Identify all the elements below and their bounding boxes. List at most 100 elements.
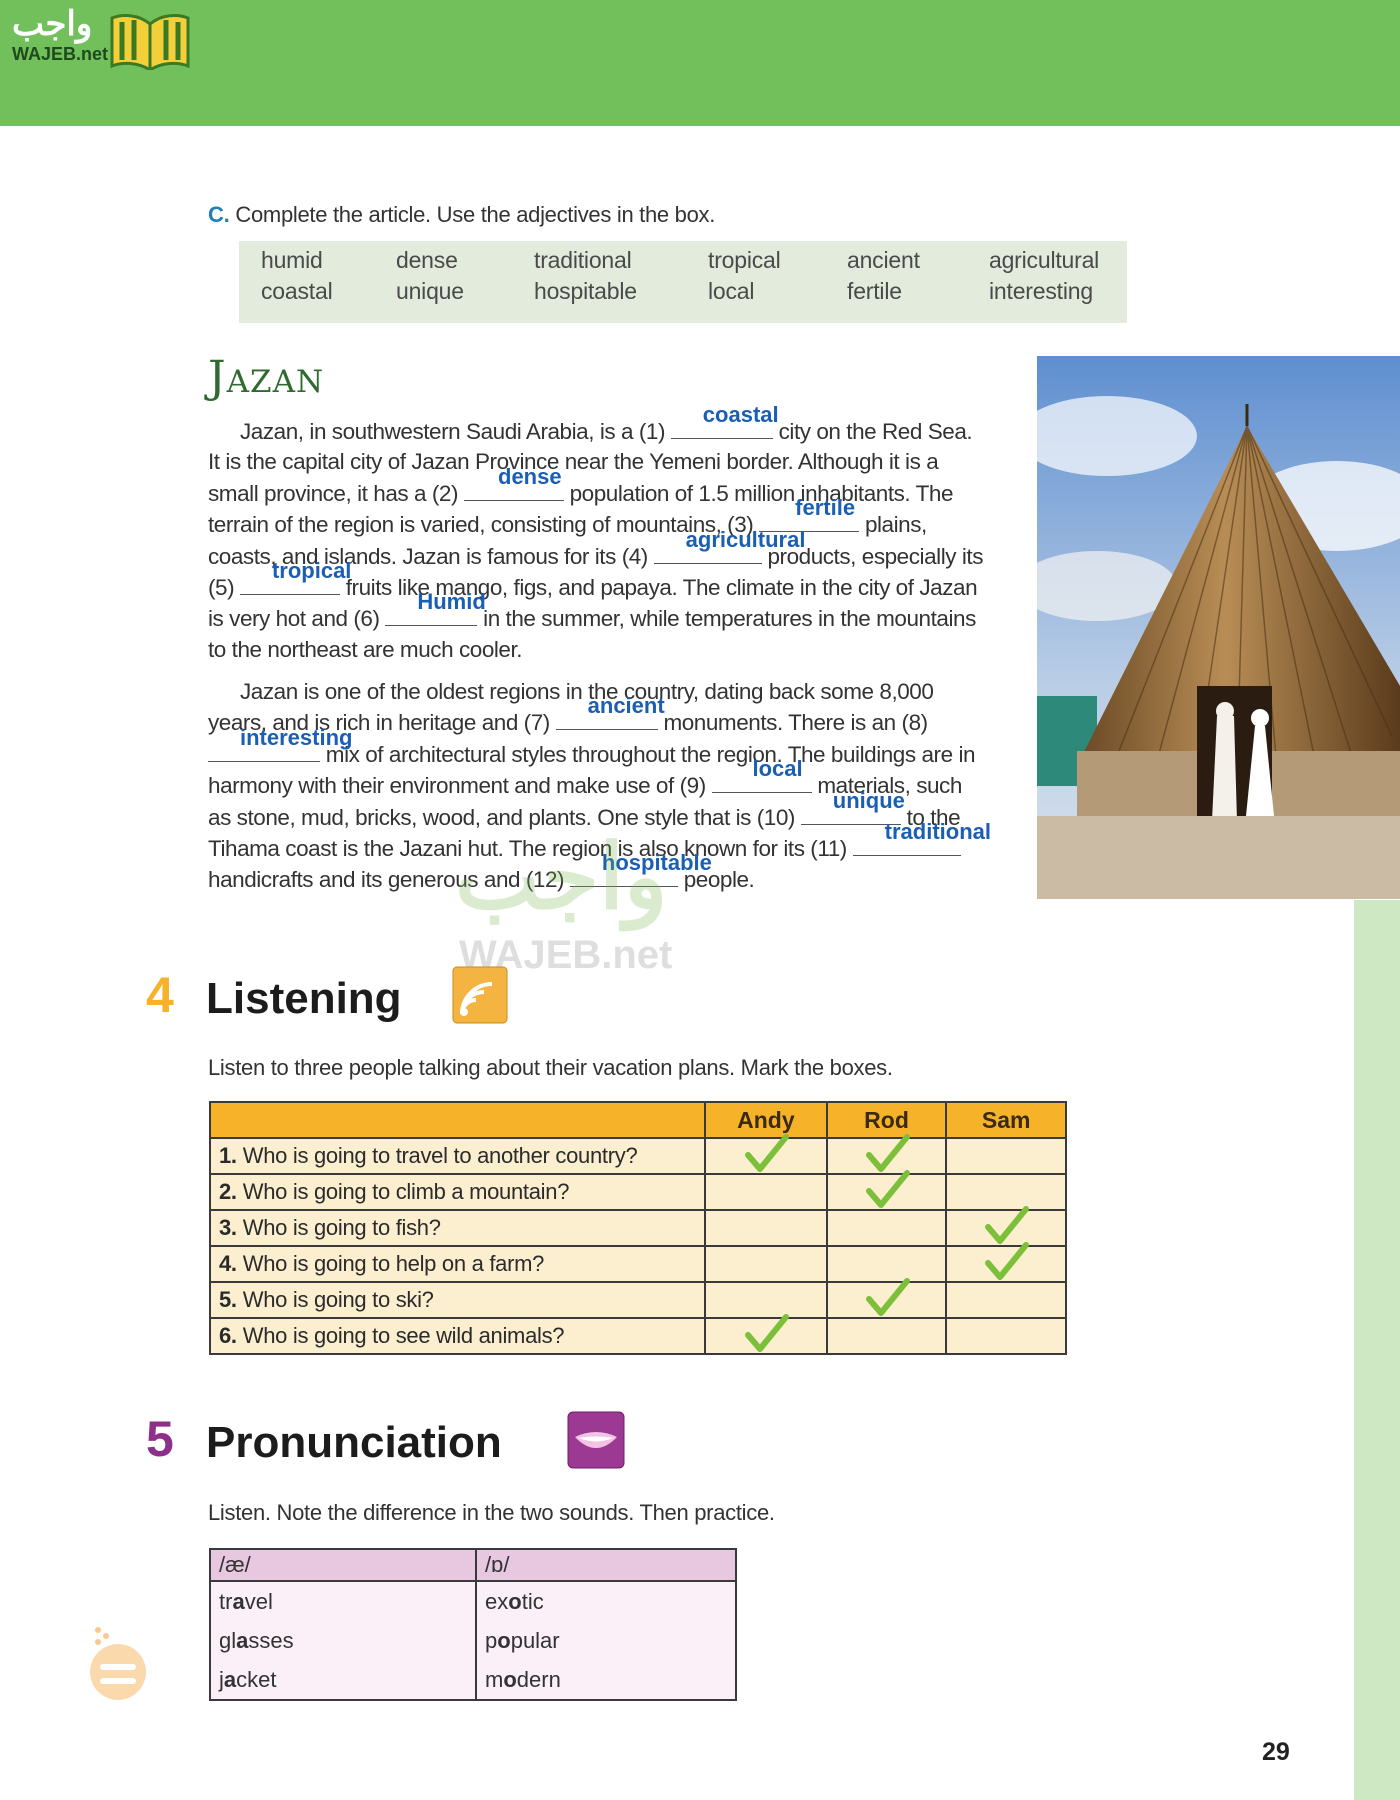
example-word: exotic: [475, 1581, 737, 1621]
word: local: [708, 278, 755, 304]
column-header: Sam: [945, 1101, 1067, 1139]
question-text: Who is going to see wild animals?: [242, 1323, 565, 1348]
table-row: 2. Who is going to climb a mountain?: [208, 1170, 1067, 1211]
logo-english: WAJEB.net: [12, 44, 109, 64]
question-text: Who is going to ski?: [242, 1287, 434, 1312]
answer-blank: dense: [463, 464, 564, 501]
logo-arabic: واجب: [12, 5, 93, 43]
answer-text: dense: [498, 463, 562, 489]
table-row: glasses popular: [209, 1621, 737, 1660]
question-cell: 1. Who is going to travel to another coun…: [208, 1137, 707, 1175]
word: agricultural: [989, 247, 1100, 273]
answer-blank: Humid: [385, 589, 486, 627]
answer-text: fertile: [795, 495, 856, 521]
listening-instruction: Listen to three people talking about the…: [208, 1055, 893, 1080]
question-number: 3.: [219, 1215, 237, 1240]
pronunciation-title: Pronunciation: [206, 1418, 502, 1467]
answer-text: local: [752, 756, 803, 782]
mark-box[interactable]: [945, 1242, 1067, 1283]
question-text: Who is going to help on a farm?: [242, 1251, 545, 1276]
page-number: 29: [1262, 1738, 1290, 1766]
book-icon: [110, 14, 190, 70]
word: dense: [396, 247, 458, 273]
sound-header: /ɒ/: [475, 1548, 737, 1582]
jazani-hut-photo: [1037, 356, 1400, 899]
audio-icon[interactable]: [452, 966, 508, 1024]
word: fertile: [847, 278, 902, 304]
answer-blank: tropical: [239, 558, 351, 596]
word: hospitable: [534, 278, 637, 304]
answer-blank: coastal: [670, 402, 779, 439]
listening-section-number: 4: [146, 967, 174, 1023]
question-cell: 5. Who is going to ski?: [208, 1281, 707, 1319]
example-word: travel: [209, 1581, 477, 1621]
table-row: 6. Who is going to see wild animals?: [208, 1314, 1067, 1355]
mark-box[interactable]: [704, 1314, 828, 1355]
check-mark-icon: [865, 1278, 910, 1316]
table-header-row: /æ/ /ɒ/: [209, 1548, 737, 1582]
example-word: popular: [475, 1621, 737, 1660]
mark-box[interactable]: [945, 1281, 1067, 1319]
check-mark-icon: [744, 1314, 789, 1352]
mark-box[interactable]: [945, 1317, 1067, 1355]
answer-blank: local: [711, 756, 812, 794]
top-banner: واجب WAJEB.net: [0, 0, 1400, 126]
mark-box[interactable]: [704, 1173, 828, 1211]
question-text: Who is going to fish?: [242, 1215, 441, 1240]
question-cell: 3. Who is going to fish?: [208, 1209, 707, 1247]
word: coastal: [261, 278, 333, 304]
mark-box[interactable]: [825, 1278, 948, 1319]
answer-blank: agricultural: [653, 527, 805, 564]
answer-text: agricultural: [685, 526, 806, 552]
table-row: 3. Who is going to fish?: [208, 1206, 1067, 1247]
article-paragraph-1: Jazan, in southwestern Saudi Arabia, is …: [208, 402, 984, 662]
site-logo[interactable]: واجب WAJEB.net: [8, 6, 193, 70]
section-c-text: Complete the article. Use the adjectives…: [235, 202, 716, 227]
listening-table: Andy Rod Sam 1. Who is going to travel to…: [208, 1101, 1067, 1355]
listening-title: Listening: [206, 974, 402, 1023]
example-word: modern: [475, 1660, 737, 1701]
check-mark-icon: [744, 1134, 789, 1172]
question-number: 4.: [219, 1251, 237, 1276]
pronunciation-section-number: 5: [146, 1411, 174, 1467]
word: interesting: [989, 278, 1093, 304]
section-c-instruction: C. Complete the article. Use the adjectiv…: [208, 202, 715, 228]
question-text: Who is going to climb a mountain?: [242, 1179, 570, 1204]
article-title: Jazan: [208, 352, 325, 403]
mark-box[interactable]: [704, 1134, 828, 1175]
mark-box[interactable]: [825, 1317, 948, 1355]
word: unique: [396, 278, 464, 304]
answer-blank: ancient: [555, 693, 665, 731]
table-header-row: Andy Rod Sam: [208, 1101, 1067, 1139]
sound-header: /æ/: [209, 1548, 477, 1582]
answer-text: Humid: [417, 589, 486, 615]
mark-box[interactable]: [704, 1209, 828, 1247]
mark-box[interactable]: [945, 1137, 1067, 1175]
pronunciation-instruction: Listen. Note the difference in the two s…: [208, 1500, 775, 1525]
mark-box[interactable]: [704, 1245, 828, 1283]
wajeb-watermark: واجب WAJEB.net: [455, 828, 673, 977]
answer-text: tropical: [271, 558, 352, 584]
word: traditional: [534, 247, 632, 273]
table-row: travel exotic: [209, 1581, 737, 1621]
example-word: jacket: [209, 1660, 477, 1701]
question-cell: 2. Who is going to climb a mountain?: [208, 1173, 707, 1211]
question-text: Who is going to travel to another countr…: [242, 1143, 638, 1168]
check-mark-icon: [865, 1170, 910, 1208]
example-word: glasses: [209, 1621, 477, 1660]
side-margin-strip: [1354, 900, 1400, 1800]
word: tropical: [708, 247, 781, 273]
answer-blank: interesting: [208, 725, 352, 762]
mouth-icon[interactable]: [567, 1411, 625, 1469]
word: ancient: [847, 247, 920, 273]
table-row: jacket modern: [209, 1660, 737, 1701]
mark-box[interactable]: [825, 1209, 948, 1247]
mark-box[interactable]: [825, 1170, 948, 1211]
question-number: 6.: [219, 1323, 237, 1348]
table-row: 1. Who is going to travel to another coun…: [208, 1134, 1067, 1175]
table-row: 5. Who is going to ski?: [208, 1278, 1067, 1319]
question-cell: 4. Who is going to help on a farm?: [208, 1245, 707, 1283]
table-row: 4. Who is going to help on a farm?: [208, 1242, 1067, 1283]
decorative-bookmark-icon: [90, 1627, 146, 1700]
adjective-word-box: humid coastal dense unique traditional h…: [239, 241, 1127, 323]
